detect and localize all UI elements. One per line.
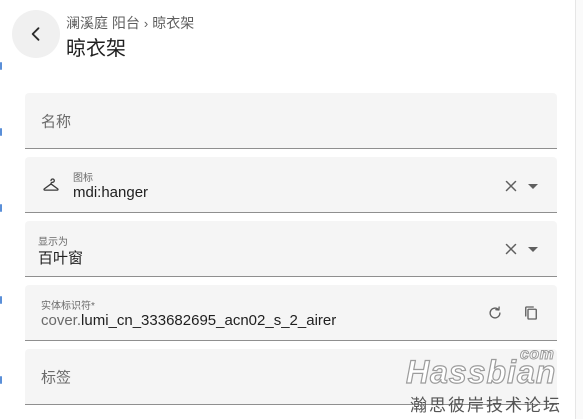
vertical-scrollbar[interactable] <box>575 0 583 419</box>
close-icon[interactable] <box>499 237 523 261</box>
watermark-subtitle: 瀚思彼岸技术论坛 <box>410 396 562 415</box>
icon-field-value: mdi:hanger <box>73 184 149 201</box>
scroll-edge-marker <box>0 204 2 212</box>
caret-down-icon[interactable] <box>521 174 545 198</box>
close-icon[interactable] <box>499 174 523 198</box>
entity-id-text: lumi_cn_333682695_acn02_s_2_airer <box>81 312 337 329</box>
icon-field[interactable]: 图标 mdi:hanger <box>25 157 557 213</box>
restore-icon[interactable] <box>483 301 507 325</box>
hanger-icon <box>39 173 63 197</box>
breadcrumb-separator: › <box>143 15 149 31</box>
page: 澜溪庭 阳台 › 晾衣架 晾衣架 名称 图标 mdi:hanger 显示为 百叶… <box>0 0 583 419</box>
watermark-logo: Hassbian <box>405 353 557 390</box>
page-title: 晾衣架 <box>66 38 126 60</box>
breadcrumb-area[interactable]: 澜溪庭 阳台 <box>66 13 140 33</box>
back-button[interactable] <box>12 10 60 58</box>
tags-field-label: 标签 <box>41 369 72 386</box>
icon-field-label: 图标 <box>73 173 93 184</box>
entity-id-value: cover.lumi_cn_333682695_acn02_s_2_airer <box>41 312 336 329</box>
entity-id-prefix: cover. <box>41 312 82 329</box>
copy-icon[interactable] <box>519 301 543 325</box>
caret-down-icon[interactable] <box>521 237 545 261</box>
name-field[interactable]: 名称 <box>25 93 557 149</box>
display-as-value: 百叶窗 <box>38 250 84 267</box>
scroll-edge-marker <box>0 62 2 70</box>
breadcrumb: 澜溪庭 阳台 › 晾衣架 <box>66 13 194 33</box>
display-as-select[interactable]: 显示为 百叶窗 <box>25 221 557 277</box>
entity-id-label: 实体标识符* <box>41 301 95 312</box>
breadcrumb-device[interactable]: 晾衣架 <box>152 13 194 33</box>
entity-id-field[interactable]: 实体标识符* cover.lumi_cn_333682695_acn02_s_2… <box>25 285 557 341</box>
scroll-edge-marker <box>0 296 2 304</box>
name-field-label: 名称 <box>41 113 72 130</box>
scroll-edge-marker <box>0 376 2 384</box>
chevron-left-icon <box>31 27 40 41</box>
scroll-edge-marker <box>0 128 2 136</box>
display-as-label: 显示为 <box>38 237 68 248</box>
